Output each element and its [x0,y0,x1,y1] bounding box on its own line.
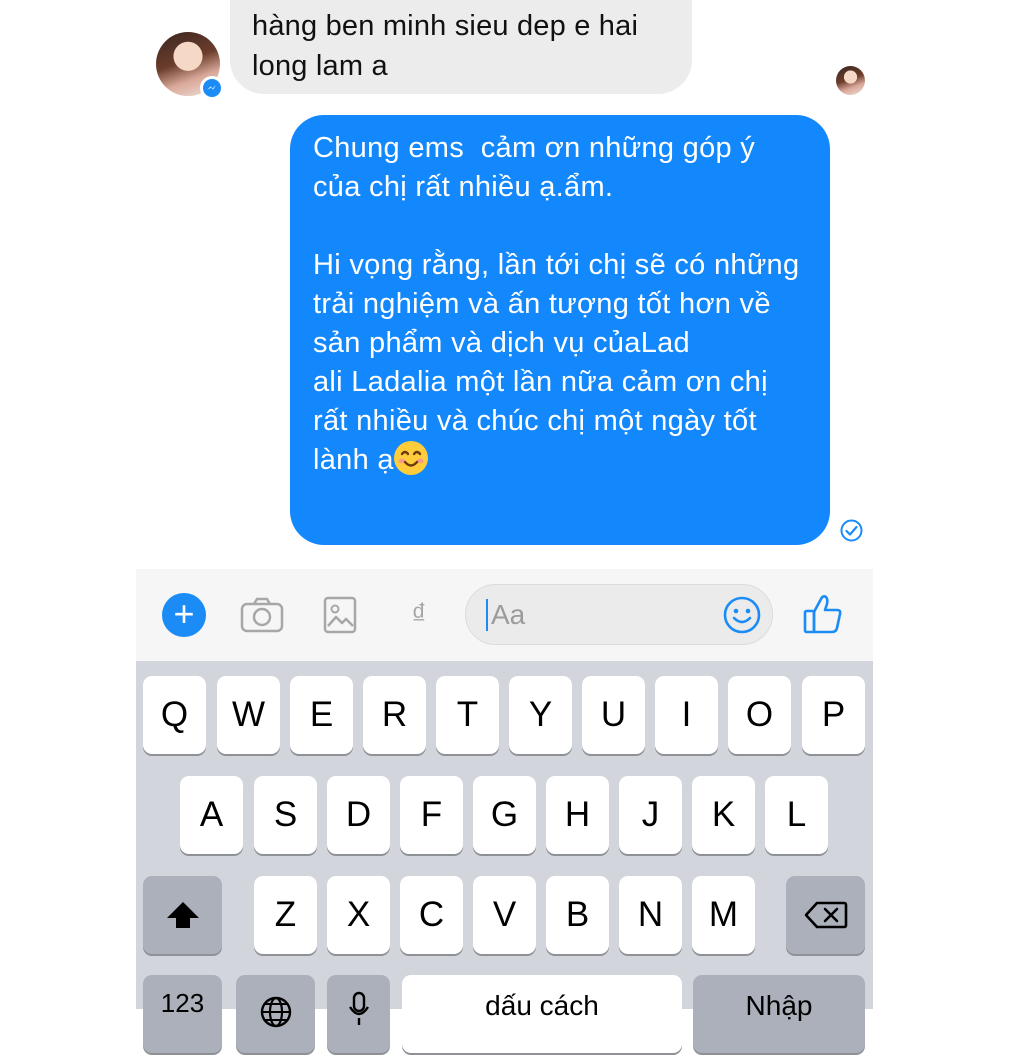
image-icon[interactable] [323,596,357,634]
incoming-message-bubble[interactable]: hàng ben minh sieu dep e hai long lam a [230,0,692,94]
key-h[interactable]: H [546,776,609,854]
key-v[interactable]: V [473,876,536,954]
key-f[interactable]: F [400,776,463,854]
key-m[interactable]: M [692,876,755,954]
backspace-icon [804,901,847,929]
shift-arrow-icon [166,902,199,928]
globe-icon [260,996,291,1028]
outgoing-message-bubble[interactable]: Chung ems cảm ơn những góp ý của chị rất… [290,115,830,545]
message-input-placeholder: Aa [491,599,526,630]
key-w[interactable]: W [217,676,280,754]
outgoing-message-paragraph-1: Chung ems cảm ơn những góp ý của chị rất… [313,132,764,203]
key-q[interactable]: Q [143,676,206,754]
key-e[interactable]: E [290,676,353,754]
messenger-icon [200,76,224,100]
emoji-icon[interactable] [722,595,762,635]
key-u[interactable]: U [582,676,645,754]
smiling-face-emoji-icon [393,441,428,475]
key-g[interactable]: G [473,776,536,854]
outgoing-message-paragraph-2: Hi vọng rằng, lần tới chị sẽ có những tr… [313,249,800,476]
key-j[interactable]: J [619,776,682,854]
thumbs-up-icon[interactable] [802,593,844,635]
key-o[interactable]: O [728,676,791,754]
key-x[interactable]: X [327,876,390,954]
onscreen-keyboard: Q W E R T Y U I O P A S D F G H J K L Z … [136,661,873,1053]
camera-icon[interactable] [240,597,284,633]
read-receipt-avatar [836,66,865,95]
key-c[interactable]: C [400,876,463,954]
shift-key[interactable] [143,876,222,954]
key-d[interactable]: D [327,776,390,854]
key-z[interactable]: Z [254,876,317,954]
key-r[interactable]: R [363,676,426,754]
key-t[interactable]: T [436,676,499,754]
payment-icon[interactable]: ₫ [408,593,430,637]
key-l[interactable]: L [765,776,828,854]
return-key[interactable]: Nhập [693,975,865,1053]
message-input[interactable]: Aa [465,584,773,645]
key-s[interactable]: S [254,776,317,854]
key-i[interactable]: I [655,676,718,754]
key-n[interactable]: N [619,876,682,954]
key-b[interactable]: B [546,876,609,954]
microphone-key[interactable] [327,975,390,1053]
numbers-key[interactable]: 123 [143,975,222,1053]
incoming-message-text: hàng ben minh sieu dep e hai long lam a [252,10,639,82]
microphone-icon [348,991,369,1025]
sent-check-icon [840,519,863,542]
key-y[interactable]: Y [509,676,572,754]
key-a[interactable]: A [180,776,243,854]
globe-key[interactable] [236,975,315,1053]
space-key[interactable]: dấu cách [402,975,682,1053]
contact-avatar[interactable] [156,32,224,100]
plus-icon[interactable]: + [162,593,206,637]
text-caret [486,599,488,631]
backspace-key[interactable] [786,876,865,954]
key-p[interactable]: P [802,676,865,754]
key-k[interactable]: K [692,776,755,854]
message-composer: + ₫ Aa [136,569,873,661]
